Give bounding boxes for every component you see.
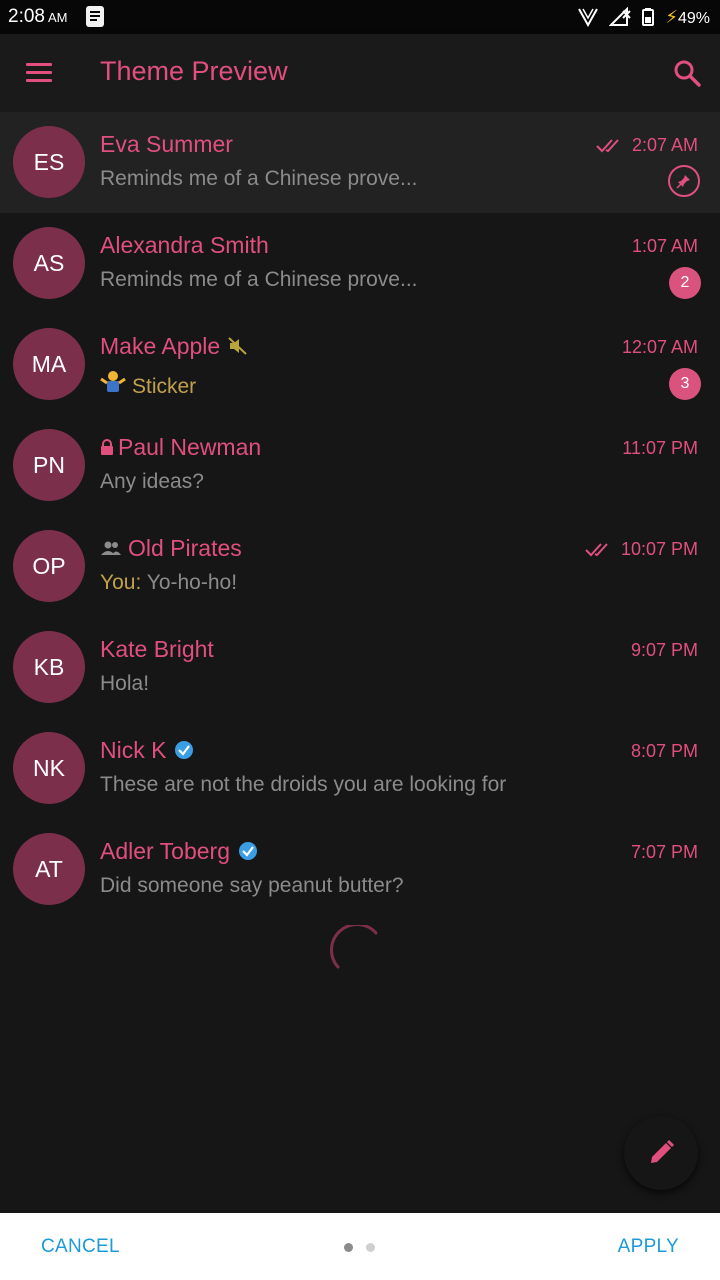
search-icon[interactable] <box>672 58 702 88</box>
unread-badge: 2 <box>669 267 701 299</box>
no-signal-icon <box>609 7 632 26</box>
chat-message: Reminds me of a Chinese prove... <box>100 268 418 291</box>
verified-icon <box>175 741 194 759</box>
chat-name: Kate Bright <box>100 635 214 662</box>
avatar: OP <box>13 530 85 602</box>
chat-name: Make Apple <box>100 332 221 359</box>
chat-time: 1:07 AM <box>631 236 698 256</box>
chat-name: Old Pirates <box>128 534 242 561</box>
chat-message: Any ideas? <box>100 470 204 493</box>
verified-icon <box>239 842 257 860</box>
chat-time: 2:07 AM <box>596 135 698 156</box>
vpn-icon <box>578 8 599 27</box>
chat-row[interactable]: AS Alexandra Smith 1:07 AM Reminds me of… <box>0 213 720 314</box>
unread-badge: 3 <box>669 368 701 400</box>
chat-name: Eva Summer <box>100 130 233 157</box>
page-title: Theme Preview <box>100 56 288 86</box>
chat-message: Sticker <box>100 369 196 399</box>
bottom-bar: CANCEL APPLY <box>0 1213 720 1280</box>
page-indicator-dot-active <box>344 1243 353 1252</box>
chat-name: Alexandra Smith <box>100 231 269 258</box>
avatar: PN <box>13 429 85 501</box>
chat-list: ES Eva Summer 2:07 AM Reminds me of a Ch… <box>0 112 720 920</box>
chat-message: You: Yo-ho-ho! <box>100 571 238 594</box>
battery-level: ⚡49% <box>665 6 710 27</box>
chat-message: Did someone say peanut butter? <box>100 874 404 897</box>
avatar: NK <box>13 732 85 804</box>
chat-row[interactable]: OP Old Pirates 10:07 PM You: Yo-ho-ho! <box>0 516 720 617</box>
chat-message: Hola! <box>100 672 150 695</box>
compose-button[interactable] <box>624 1116 698 1190</box>
chat-row[interactable]: MA Make Apple 12:07 AM Sticker 3 <box>0 314 720 415</box>
page-indicator-dot <box>366 1243 375 1252</box>
chat-row[interactable]: ES Eva Summer 2:07 AM Reminds me of a Ch… <box>0 112 720 213</box>
chat-row[interactable]: PN Paul Newman 11:07 PM Any ideas? <box>0 415 720 516</box>
sender-label: You: <box>100 571 142 594</box>
status-time: 2:08 AM <box>8 6 68 27</box>
chat-time: 8:07 PM <box>630 741 698 761</box>
chat-name: Paul Newman <box>118 433 262 460</box>
menu-icon[interactable] <box>26 63 52 83</box>
chat-row[interactable]: KB Kate Bright 9:07 PM Hola! <box>0 617 720 718</box>
chat-time: 10:07 PM <box>585 539 698 560</box>
status-bar: 2:08 AM ⚡49% <box>0 0 720 34</box>
loading-spinner-icon <box>330 925 378 969</box>
chat-row[interactable]: NK Nick K 8:07 PM These are not the droi… <box>0 718 720 819</box>
double-check-icon <box>596 138 619 152</box>
chat-row[interactable]: AT Adler Toberg 7:07 PM Did someone say … <box>0 819 720 920</box>
chat-time: 12:07 AM <box>621 337 698 357</box>
avatar: AS <box>13 227 85 299</box>
battery-icon <box>642 8 655 26</box>
avatar: AT <box>13 833 85 905</box>
chat-name: Adler Toberg <box>100 837 230 864</box>
avatar: ES <box>13 126 85 198</box>
chat-message: Reminds me of a Chinese prove... <box>100 167 418 190</box>
pencil-icon <box>651 1139 675 1163</box>
status-icons: ⚡49% <box>577 5 710 29</box>
chat-time: 9:07 PM <box>630 640 698 660</box>
cancel-button[interactable]: CANCEL <box>41 1236 120 1258</box>
apply-button[interactable]: APPLY <box>618 1236 679 1258</box>
sticker-emoji-icon <box>100 371 126 392</box>
chat-time: 7:07 PM <box>630 842 698 862</box>
chat-name: Nick K <box>100 736 167 763</box>
lock-icon <box>101 439 113 455</box>
notification-icon <box>86 6 104 27</box>
pin-icon <box>668 165 700 197</box>
app-bar: Theme Preview <box>0 34 720 112</box>
double-check-icon <box>585 542 608 556</box>
avatar: MA <box>13 328 85 400</box>
chat-time: 11:07 PM <box>622 438 698 458</box>
group-icon <box>101 541 121 555</box>
muted-icon <box>228 337 247 355</box>
chat-message: These are not the droids you are looking… <box>100 773 507 796</box>
avatar: KB <box>13 631 85 703</box>
